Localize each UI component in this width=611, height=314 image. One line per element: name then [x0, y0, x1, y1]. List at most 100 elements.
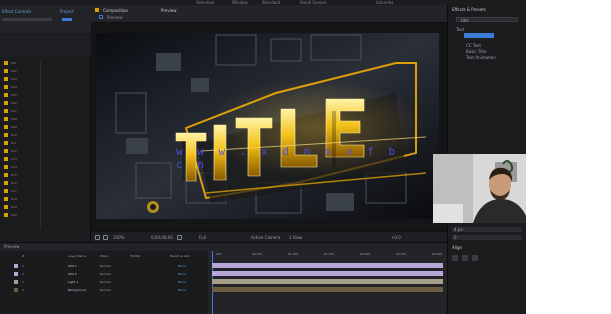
layer-name[interactable]: Background: [68, 288, 86, 292]
timeline-layer-row[interactable]: 1 Text 1 Normal None: [0, 263, 208, 269]
time-ruler[interactable]: 00f 00:15f 01:00f 01:15f 02:00f 02:15f 03:00f: [208, 251, 447, 259]
timeline-layer-row[interactable]: 4 Background Normal None: [0, 287, 208, 293]
project-file-row[interactable]: 001: [4, 60, 36, 66]
file-color-swatch: [4, 197, 8, 201]
timeline-layer-row[interactable]: 2 Text 2 Normal None: [0, 271, 208, 277]
comp-breadcrumb[interactable]: Preview: [107, 15, 123, 20]
col-header-layer-name[interactable]: Layer Name: [68, 255, 86, 258]
tracking-field[interactable]: 0: [452, 235, 522, 240]
col-header-mode[interactable]: Mode: [100, 255, 108, 258]
layer-columns: # Layer Name Mode TrkMat Parent & Link 1…: [0, 251, 208, 314]
effect-item[interactable]: CC Text: [466, 43, 481, 48]
timeline-layer-row[interactable]: 3 Light 1 Normal None: [0, 279, 208, 285]
align-right-icon[interactable]: [472, 255, 478, 261]
tab-composition[interactable]: Composition: [103, 8, 128, 13]
layer-duration-bar[interactable]: [212, 287, 443, 292]
layer-name[interactable]: Light 1: [68, 280, 78, 284]
layer-mode[interactable]: Normal: [100, 264, 111, 268]
layer-mode[interactable]: Normal: [100, 280, 111, 284]
layer-duration-bar[interactable]: [212, 271, 443, 276]
layer-color-label[interactable]: [14, 264, 18, 268]
timeline-tab[interactable]: Preview: [4, 245, 20, 249]
file-color-swatch: [4, 117, 8, 121]
layer-color-label[interactable]: [14, 288, 18, 292]
layer-name[interactable]: Text 2: [68, 272, 77, 276]
layer-color-label[interactable]: [14, 280, 18, 284]
grid-icon[interactable]: [103, 235, 108, 240]
file-label: 008: [11, 117, 17, 121]
align-panel-title: Align: [452, 245, 463, 250]
project-file-row[interactable]: 020: [4, 212, 36, 218]
ruler-tick-label: 02:00f: [360, 252, 370, 256]
timeline-header: Preview: [0, 243, 447, 251]
file-label: 013: [11, 157, 17, 161]
effect-item[interactable]: Text Animation: [466, 55, 496, 60]
col-header-parent[interactable]: Parent & Link: [170, 255, 190, 258]
layer-color-label[interactable]: [14, 272, 18, 276]
ruler-tick-label: 03:00f: [432, 252, 442, 256]
resolution-select[interactable]: Full: [199, 235, 206, 240]
col-header-trkmat[interactable]: TrkMat: [130, 255, 140, 258]
timeline-tracks[interactable]: 00f 00:15f 01:00f 01:15f 02:00f 02:15f 03:00f: [208, 251, 447, 314]
camera-icon[interactable]: [95, 235, 100, 240]
layer-parent[interactable]: None: [178, 280, 186, 284]
layer-mode[interactable]: Normal: [100, 272, 111, 276]
project-file-row[interactable]: 006: [4, 100, 36, 106]
layer-duration-bar[interactable]: [212, 263, 443, 268]
align-left-icon[interactable]: [452, 255, 458, 261]
file-color-swatch: [4, 213, 8, 217]
project-file-row[interactable]: 004: [4, 84, 36, 90]
project-file-row[interactable]: 002: [4, 68, 36, 74]
layer-parent[interactable]: None: [178, 272, 186, 276]
composition-viewer[interactable]: w w w . x d n x x f b . c n: [91, 23, 447, 231]
watermark-text: w w w . x d n x x f b . c n: [176, 145, 421, 171]
file-color-swatch: [4, 109, 8, 113]
timecode-display[interactable]: 0;00;00;00: [151, 235, 173, 240]
project-file-row[interactable]: 010: [4, 132, 36, 138]
project-file-row[interactable]: 008: [4, 116, 36, 122]
layer-duration-bar[interactable]: [212, 279, 443, 284]
project-file-row[interactable]: 014: [4, 164, 36, 170]
project-file-row[interactable]: 011: [4, 140, 36, 146]
snapshot-icon[interactable]: [177, 235, 182, 240]
project-file-row[interactable]: 012: [4, 148, 36, 154]
presenter-video: [433, 154, 526, 223]
file-color-swatch: [4, 125, 8, 129]
tracking-value: 0: [454, 235, 457, 240]
effects-group-label[interactable]: Text: [456, 27, 464, 32]
layer-parent[interactable]: None: [178, 288, 186, 292]
project-file-row[interactable]: 005: [4, 92, 36, 98]
exposure-value[interactable]: +0.0: [391, 235, 401, 240]
project-file-row[interactable]: 019: [4, 204, 36, 210]
project-file-row[interactable]: 018: [4, 196, 36, 202]
tab-comp-name[interactable]: Preview: [161, 8, 177, 13]
project-file-row[interactable]: 009: [4, 124, 36, 130]
zoom-select[interactable]: 100%: [113, 235, 124, 240]
app-window: { "menubar": { "items": ["Selection", "W…: [0, 0, 611, 314]
project-file-row[interactable]: 015: [4, 172, 36, 178]
composition-header: Composition Preview Preview: [91, 5, 447, 23]
font-size-field[interactable]: 4 px: [452, 227, 522, 232]
effects-search-input[interactable]: title: [456, 17, 518, 23]
align-center-icon[interactable]: [462, 255, 468, 261]
views-select[interactable]: 1 View: [289, 235, 302, 240]
project-file-row[interactable]: 016: [4, 180, 36, 186]
project-search-field[interactable]: [2, 18, 52, 21]
project-file-row[interactable]: 013: [4, 156, 36, 162]
layer-parent[interactable]: None: [178, 264, 186, 268]
layer-name[interactable]: Text 1: [68, 264, 77, 268]
project-file-row[interactable]: 003: [4, 76, 36, 82]
effects-search-value: title: [461, 18, 469, 23]
font-size-value: 4 px: [454, 227, 463, 232]
file-color-swatch: [4, 141, 8, 145]
project-file-row[interactable]: 007: [4, 108, 36, 114]
layer-mode[interactable]: Normal: [100, 288, 111, 292]
tab-effect-controls[interactable]: Effect Controls: [2, 9, 31, 14]
camera-select[interactable]: Active Camera: [251, 235, 280, 240]
project-file-row[interactable]: 017: [4, 188, 36, 194]
tab-project[interactable]: Project: [60, 9, 74, 14]
effect-item[interactable]: Basic Title: [466, 49, 486, 54]
lock-icon[interactable]: [99, 15, 103, 19]
col-header-num: #: [22, 254, 25, 258]
render-canvas[interactable]: w w w . x d n x x f b . c n: [96, 33, 439, 219]
